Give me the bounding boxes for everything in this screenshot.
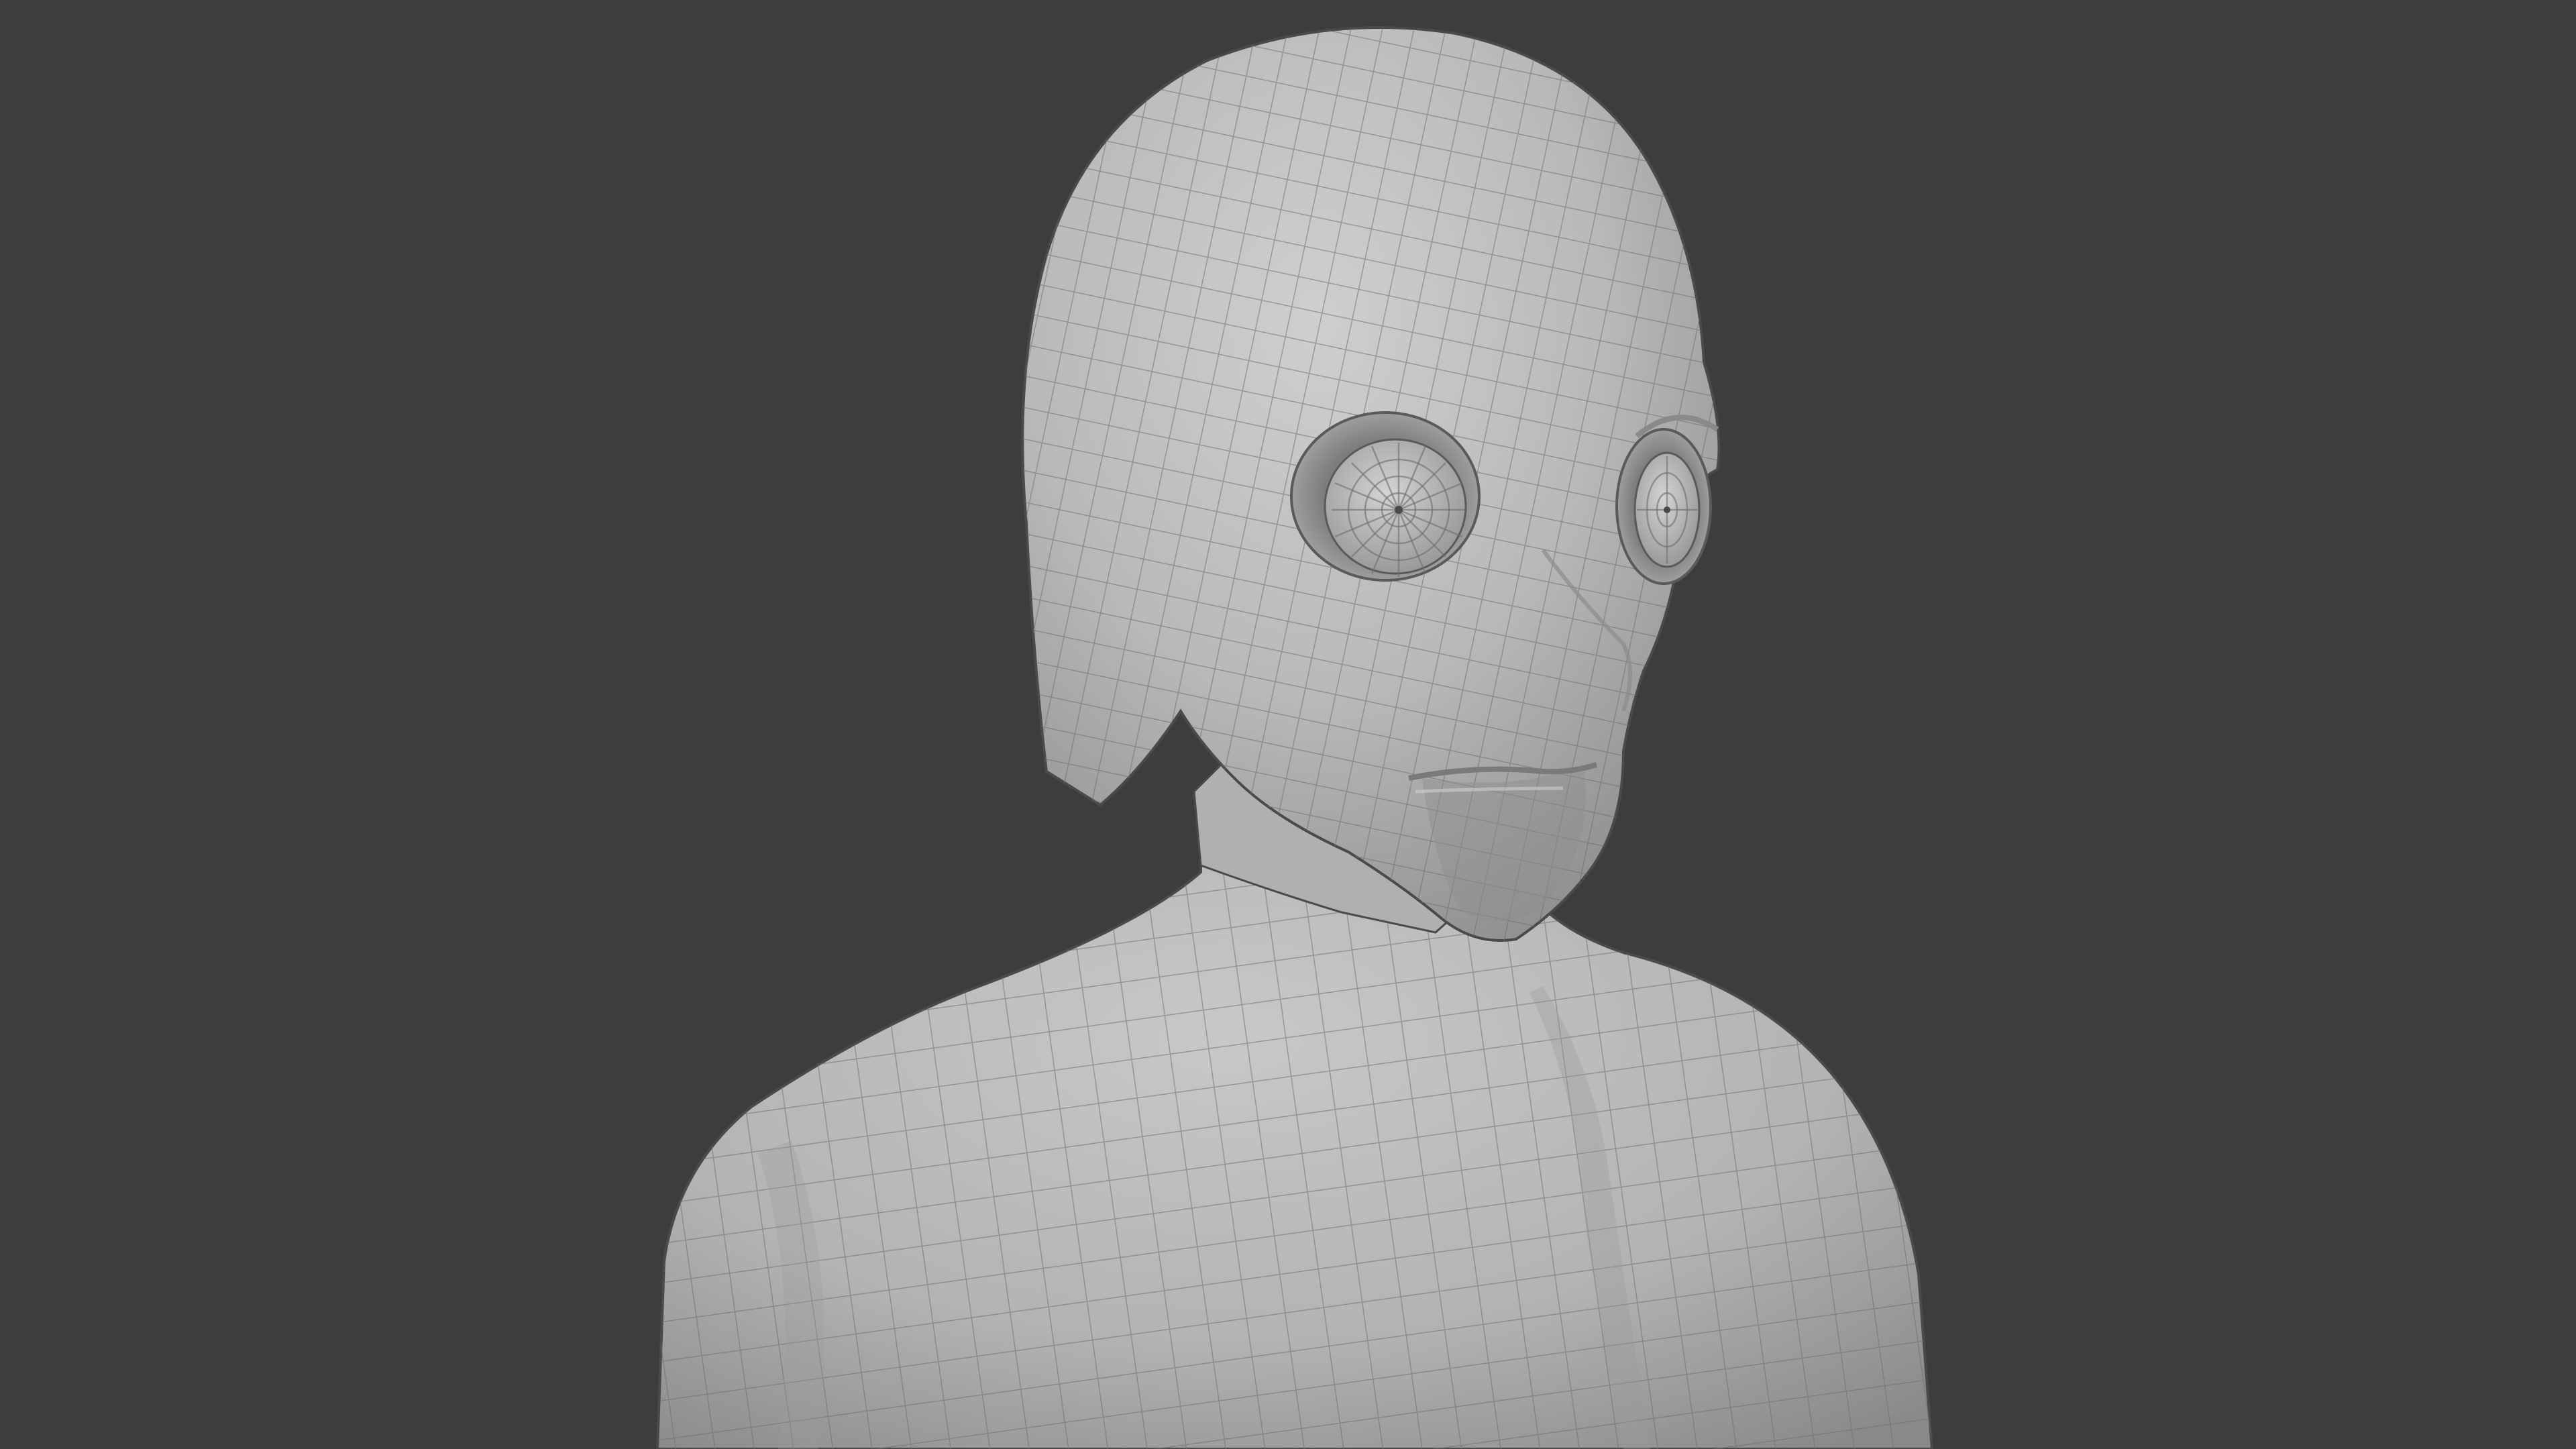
left-eye[interactable] [1290, 411, 1481, 582]
right-eye[interactable] [1615, 428, 1712, 585]
viewport-scene[interactable] [0, 0, 2576, 1449]
left-pupil-pole [1395, 506, 1403, 514]
right-pupil-pole [1664, 506, 1670, 513]
3d-viewport[interactable] [0, 0, 2576, 1449]
